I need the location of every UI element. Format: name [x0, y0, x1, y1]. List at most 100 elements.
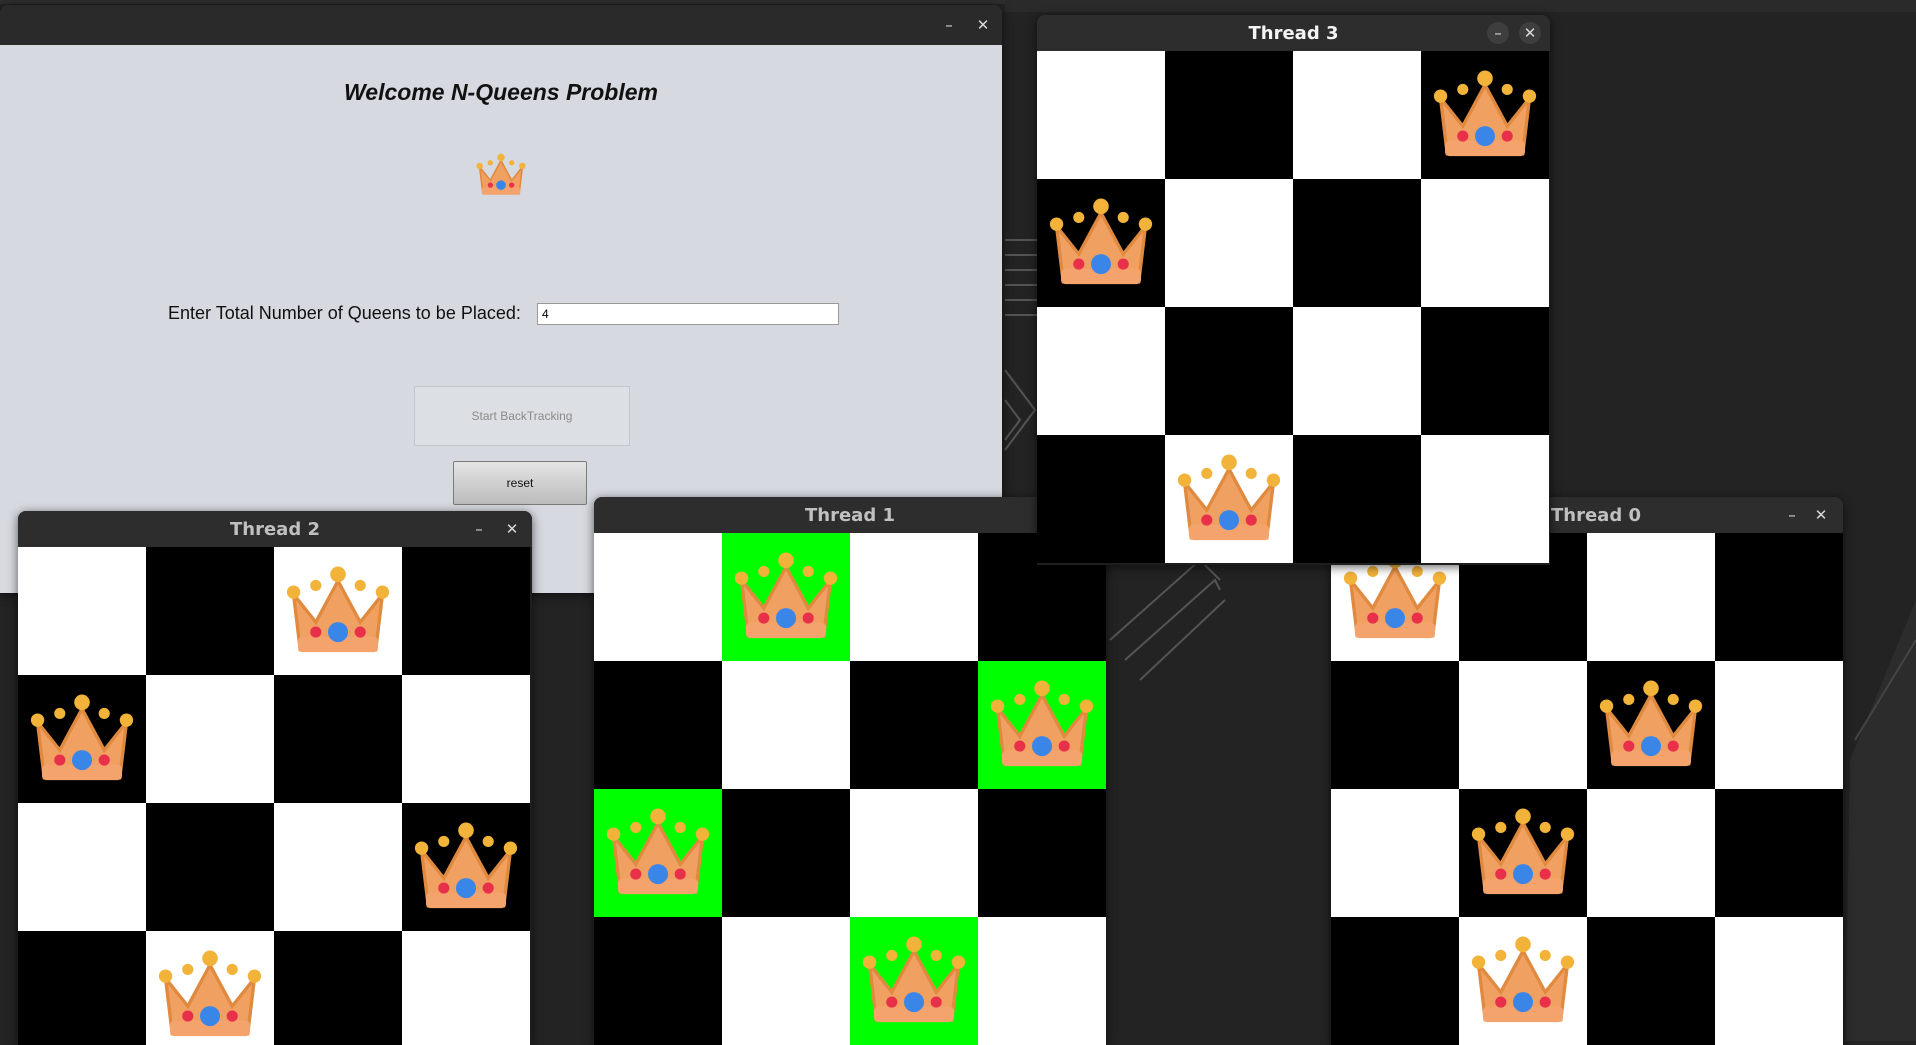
queens-count-label: Enter Total Number of Queens to be Place… — [168, 303, 521, 323]
board-cell — [1587, 917, 1715, 1045]
board-cell — [1421, 179, 1549, 307]
minimize-icon[interactable]: – — [468, 518, 490, 540]
board-cell — [1715, 789, 1843, 917]
board-cell — [1293, 435, 1421, 563]
board-cell — [1421, 435, 1549, 563]
board-cell — [274, 803, 402, 931]
board-cell — [146, 547, 274, 675]
crown-icon — [476, 153, 526, 195]
board-cell — [722, 917, 850, 1045]
board-cell — [978, 917, 1106, 1045]
board-cell — [146, 931, 274, 1045]
board-cell — [274, 547, 402, 675]
board-cell — [1715, 917, 1843, 1045]
crown-icon — [282, 561, 394, 665]
close-icon[interactable]: ✕ — [501, 518, 523, 540]
board-cell — [1421, 307, 1549, 435]
board-cell — [1037, 179, 1165, 307]
close-icon[interactable]: ✕ — [972, 14, 994, 36]
board-cell — [402, 547, 530, 675]
crown-icon — [858, 931, 970, 1035]
thread-3-titlebar[interactable]: Thread 3 – ✕ — [1037, 15, 1550, 51]
window-title: Thread 3 — [1248, 23, 1339, 44]
board-cell — [1293, 307, 1421, 435]
board-cell — [1165, 51, 1293, 179]
minimize-icon[interactable]: – — [1487, 22, 1509, 44]
window-title: Thread 1 — [805, 505, 895, 526]
crown-icon — [1045, 193, 1157, 297]
board-cell — [978, 789, 1106, 917]
board-cell — [402, 931, 530, 1045]
board-cell — [18, 803, 146, 931]
crown-icon — [1467, 803, 1579, 907]
board-cell — [146, 803, 274, 931]
thread-2-titlebar[interactable]: Thread 2 – ✕ — [18, 511, 532, 547]
board-cell — [1037, 51, 1165, 179]
board-cell — [274, 931, 402, 1045]
board-cell — [1165, 179, 1293, 307]
board-cell — [274, 675, 402, 803]
board-cell — [850, 917, 978, 1045]
board-cell — [1037, 307, 1165, 435]
board-cell — [402, 675, 530, 803]
close-icon[interactable]: ✕ — [1519, 22, 1541, 44]
board-cell — [850, 661, 978, 789]
board-cell — [722, 789, 850, 917]
board-cell — [1293, 179, 1421, 307]
minimize-icon[interactable]: – — [1781, 504, 1803, 526]
board-cell — [978, 661, 1106, 789]
board-cell — [1587, 789, 1715, 917]
start-backtracking-button[interactable]: Start BackTracking — [414, 386, 630, 446]
close-icon[interactable]: ✕ — [1810, 504, 1832, 526]
board-cell — [1459, 917, 1587, 1045]
board-cell — [1587, 661, 1715, 789]
thread-0-window: Thread 0 – ✕ — [1331, 497, 1843, 1045]
thread-1-titlebar[interactable]: Thread 1 — [594, 497, 1106, 533]
board-cell — [1165, 435, 1293, 563]
minimize-icon[interactable]: – — [938, 14, 960, 36]
board-cell — [1459, 789, 1587, 917]
board-cell — [594, 789, 722, 917]
board-cell — [18, 547, 146, 675]
board-cell — [594, 533, 722, 661]
main-window-titlebar[interactable]: – ✕ — [0, 5, 1002, 45]
board-cell — [1165, 307, 1293, 435]
board-cell — [594, 917, 722, 1045]
crown-icon — [1467, 931, 1579, 1035]
page-title: Welcome N-Queens Problem — [344, 79, 658, 105]
crown-icon — [602, 803, 714, 907]
crown-icon — [1595, 675, 1707, 779]
board-cell — [1587, 533, 1715, 661]
thread-1-window: Thread 1 — [594, 497, 1106, 1045]
board-cell — [1293, 51, 1421, 179]
thread-2-window: Thread 2 – ✕ — [18, 511, 532, 1045]
board-cell — [18, 931, 146, 1045]
board-cell — [722, 661, 850, 789]
crown-icon — [154, 945, 266, 1045]
board-cell — [1421, 51, 1549, 179]
board-cell — [1715, 533, 1843, 661]
board-cell — [1331, 661, 1459, 789]
board-cell — [1715, 661, 1843, 789]
board-cell — [594, 661, 722, 789]
reset-button[interactable]: reset — [453, 461, 587, 505]
board-cell — [722, 533, 850, 661]
crown-icon — [986, 675, 1098, 779]
board-cell — [1037, 435, 1165, 563]
board-cell — [402, 803, 530, 931]
board-cell — [146, 675, 274, 803]
queens-count-input[interactable]: 4 — [537, 303, 839, 325]
board-cell — [850, 533, 978, 661]
board-cell — [1459, 661, 1587, 789]
board-cell — [1331, 789, 1459, 917]
window-title: Thread 0 — [1551, 505, 1641, 526]
window-title: Thread 2 — [230, 519, 320, 540]
crown-icon — [26, 689, 138, 793]
crown-icon — [1173, 449, 1285, 553]
board-cell — [1331, 917, 1459, 1045]
crown-icon — [1429, 65, 1541, 169]
thread-3-window: Thread 3 – ✕ — [1037, 15, 1550, 565]
board-cell — [18, 675, 146, 803]
board-cell — [850, 789, 978, 917]
crown-icon — [730, 547, 842, 651]
